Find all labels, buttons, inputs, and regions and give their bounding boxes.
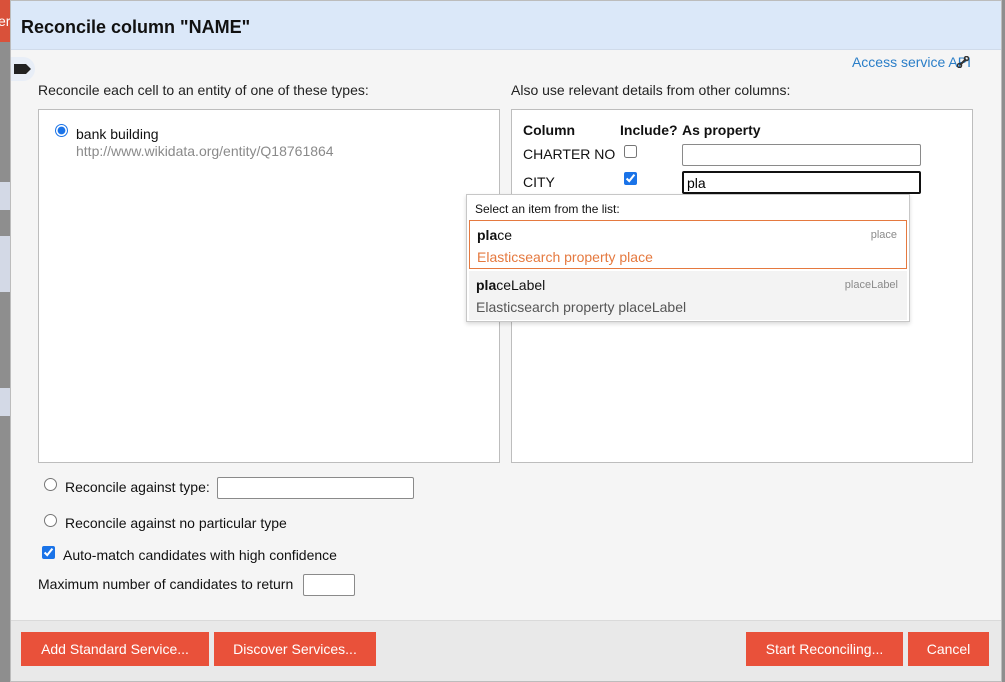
background-cell bbox=[0, 236, 10, 292]
suggest-item-rest: ceLabel bbox=[496, 277, 546, 293]
include-checkbox-charter-no[interactable] bbox=[624, 145, 637, 158]
background-header-fragment: er bbox=[0, 0, 10, 42]
background-header-text: er bbox=[0, 13, 10, 29]
type-radio-bank-building[interactable] bbox=[55, 124, 68, 137]
max-candidates-label: Maximum number of candidates to return bbox=[38, 576, 294, 592]
suggest-item-id: place bbox=[870, 229, 897, 241]
suggest-item-name: place bbox=[477, 227, 512, 243]
dialog-footer: Add Standard Service... Discover Service… bbox=[11, 620, 1001, 681]
background-cell bbox=[0, 182, 10, 210]
property-suggest-dropdown: Select an item from the list: place plac… bbox=[466, 194, 910, 322]
suggest-item-description: Elasticsearch property place bbox=[477, 249, 653, 265]
cancel-button[interactable]: Cancel bbox=[908, 632, 989, 666]
column-name-city: CITY bbox=[523, 174, 555, 190]
start-reconciling-button[interactable]: Start Reconciling... bbox=[746, 632, 903, 666]
dialog-title: Reconcile column "NAME" bbox=[21, 17, 251, 37]
reconcile-no-type-label: Reconcile against no particular type bbox=[65, 515, 287, 531]
types-list: bank building http://www.wikidata.org/en… bbox=[38, 109, 500, 463]
suggest-item-match: pla bbox=[477, 227, 498, 243]
background-cell bbox=[0, 388, 10, 416]
property-input-city[interactable] bbox=[682, 171, 921, 194]
suggest-item-rest: ce bbox=[497, 227, 513, 243]
type-url: http://www.wikidata.org/entity/Q18761864 bbox=[76, 143, 334, 159]
suggest-item-match: pla bbox=[476, 277, 497, 293]
reconcile-dialog: Reconcile column "NAME" Access service A… bbox=[10, 0, 1002, 682]
suggest-title: Select an item from the list: bbox=[475, 202, 620, 216]
auto-match-label: Auto-match candidates with high confiden… bbox=[63, 547, 337, 563]
reconcile-no-type-radio[interactable] bbox=[44, 514, 57, 527]
details-label: Also use relevant details from other col… bbox=[511, 82, 791, 98]
types-label: Reconcile each cell to an entity of one … bbox=[38, 82, 369, 98]
suggest-item-name: placeLabel bbox=[476, 277, 545, 293]
discover-services-button[interactable]: Discover Services... bbox=[214, 632, 376, 666]
suggest-item-description: Elasticsearch property placeLabel bbox=[476, 299, 687, 315]
suggest-item-id: placeLabel bbox=[844, 279, 898, 291]
include-checkbox-city[interactable] bbox=[624, 172, 637, 185]
reconcile-against-type-radio[interactable] bbox=[44, 478, 57, 491]
property-input-charter-no[interactable] bbox=[682, 144, 921, 166]
max-candidates-input[interactable] bbox=[303, 574, 355, 596]
suggest-item-place[interactable]: place place Elasticsearch property place bbox=[469, 220, 907, 269]
property-header: As property bbox=[682, 122, 761, 138]
link-icon bbox=[956, 55, 970, 71]
dialog-header: Reconcile column "NAME" bbox=[11, 1, 1001, 50]
add-standard-service-button[interactable]: Add Standard Service... bbox=[21, 632, 209, 666]
include-header: Include? bbox=[620, 122, 678, 138]
column-header: Column bbox=[523, 122, 576, 138]
reconcile-against-type-label: Reconcile against type: bbox=[65, 479, 210, 495]
suggest-item-placelabel[interactable]: placeLabel placeLabel Elasticsearch prop… bbox=[469, 271, 907, 320]
access-service-api-link[interactable]: Access service API bbox=[852, 54, 971, 70]
tag-icon[interactable] bbox=[11, 57, 35, 81]
auto-match-checkbox[interactable] bbox=[42, 546, 55, 559]
type-search-input[interactable] bbox=[217, 477, 414, 499]
column-name-charter-no: CHARTER NO bbox=[523, 146, 616, 162]
type-name: bank building bbox=[76, 126, 159, 142]
